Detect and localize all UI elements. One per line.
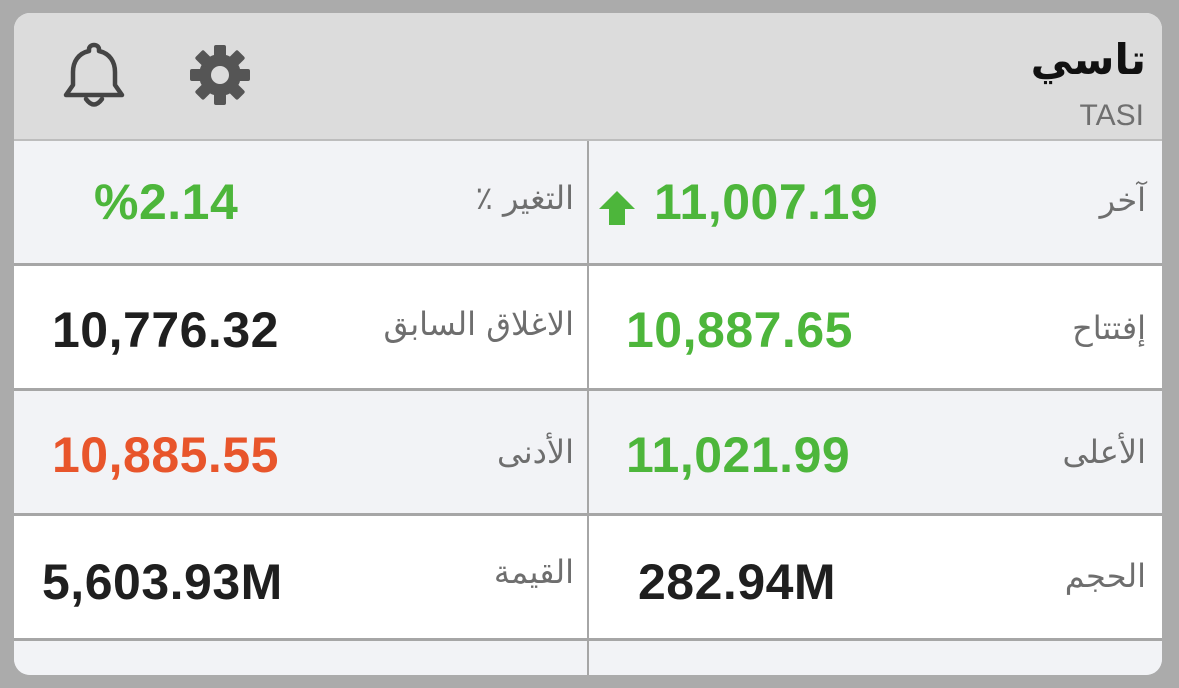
high-label: الأعلى [1062,433,1147,471]
volume-value: 282.94M [638,554,837,610]
last-price-label: آخر [1099,181,1146,219]
change-percent-label: التغير ٪ [475,179,574,217]
open-value: 10,887.65 [626,302,853,358]
index-name-arabic: تاسي [1030,35,1146,84]
open-label: إفتتاح [1072,309,1146,347]
low-label: الأدنى [497,433,574,471]
value-traded-value: 5,603.93M [42,554,283,610]
gear-icon [190,45,250,105]
market-summary-card: تاسي TASI آخر 11,007.19 التغير ٪ %2.14 إ… [14,13,1162,675]
previous-close-label: الاغلاق السابق [383,305,575,343]
high-value: 11,021.99 [626,427,851,483]
settings-button[interactable] [184,39,256,111]
volume-label: الحجم [1064,557,1146,595]
header: تاسي TASI [14,13,1162,141]
change-percent-value: %2.14 [94,174,239,230]
index-symbol: TASI [1079,99,1144,132]
low-value: 10,885.55 [52,427,279,483]
arrow-up-icon [599,191,635,225]
last-price-value: 11,007.19 [654,174,879,230]
notifications-button[interactable] [58,39,130,111]
bell-icon [63,42,125,107]
column-divider [587,141,589,675]
previous-close-value: 10,776.32 [52,302,279,358]
value-traded-label: القيمة [493,553,574,591]
